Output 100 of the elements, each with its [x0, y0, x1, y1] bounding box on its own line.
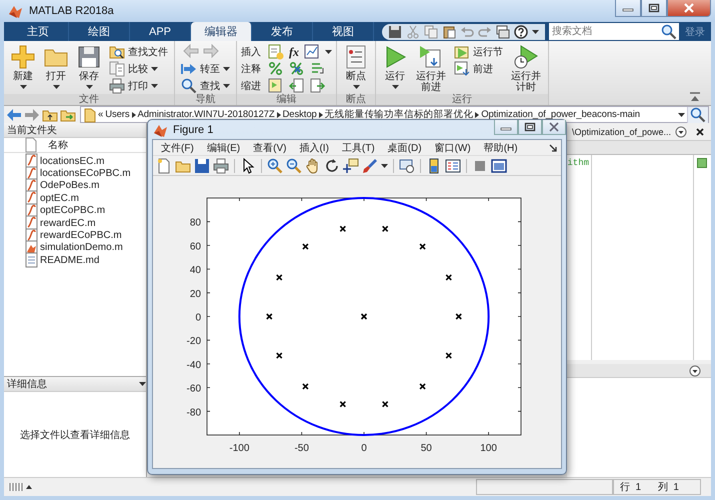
- menu-item[interactable]: 桌面(D): [388, 140, 422, 154]
- script-file-icon: [24, 190, 38, 206]
- tick-label: -60: [186, 384, 201, 395]
- tick-label: 20: [190, 288, 201, 300]
- path-overflow[interactable]: «: [98, 109, 104, 120]
- close-button[interactable]: [667, 0, 711, 17]
- panel-title: 当前文件夹: [7, 124, 57, 137]
- folder-icon: [84, 106, 96, 122]
- search-icon: [690, 106, 706, 122]
- column-header[interactable]: 名称: [4, 138, 146, 153]
- compare-icon: [109, 61, 125, 77]
- plus-icon: [10, 44, 36, 70]
- data-point: [445, 274, 452, 281]
- tick-label: 0: [361, 443, 367, 454]
- path-segment[interactable]: Desktop: [282, 109, 317, 120]
- data-point: [340, 226, 346, 232]
- file-item[interactable]: README.md: [24, 254, 146, 267]
- search-field[interactable]: 搜索文档: [549, 23, 661, 40]
- search-button[interactable]: [687, 106, 708, 122]
- ribbon-button[interactable]: 运行节: [452, 44, 505, 60]
- editor-tab[interactable]: \Optimization_of_powe...: [572, 126, 671, 136]
- forward-arrow-icon: [24, 106, 40, 122]
- maximize-button[interactable]: [641, 0, 667, 17]
- legend-icon: [445, 158, 461, 174]
- chart-icon: [304, 44, 320, 60]
- document-plus-icon: [268, 44, 284, 60]
- data-cursor-icon: [343, 158, 359, 174]
- group-label: 编辑: [237, 94, 336, 105]
- tick-label: 0: [195, 312, 201, 324]
- step-icon: [454, 61, 470, 77]
- ribbon-button[interactable]: 打印: [107, 78, 170, 94]
- ribbon-button[interactable]: 保存: [74, 44, 104, 94]
- data-point: [445, 352, 452, 359]
- menu-item[interactable]: 编辑(E): [206, 140, 240, 154]
- brush-icon: [362, 158, 378, 174]
- caret-icon: [52, 85, 60, 89]
- minimize-button[interactable]: [494, 120, 518, 135]
- tick-label: 40: [190, 265, 201, 276]
- path-segment[interactable]: Administrator.WIN7U-20180127Z: [138, 109, 275, 120]
- function-button[interactable]: fx: [289, 44, 299, 60]
- ribbon-button[interactable]: 比较: [107, 61, 170, 77]
- ribbon-button[interactable]: 运行: [380, 44, 410, 94]
- caret-icon: [678, 112, 685, 116]
- close-icon: [695, 126, 705, 136]
- maximize-button[interactable]: [518, 120, 542, 135]
- data-point: [302, 383, 309, 390]
- ribbon-button[interactable]: 查找: [179, 78, 232, 94]
- maximize-icon: [524, 122, 536, 132]
- path-segment[interactable]: Users: [105, 109, 130, 120]
- menu-item[interactable]: 帮助(H): [484, 140, 518, 154]
- data-point: [340, 400, 346, 408]
- search-icon: [661, 24, 677, 40]
- menu-item[interactable]: 查看(V): [253, 140, 286, 154]
- ribbon-button[interactable]: 转至: [179, 61, 232, 77]
- menu-item[interactable]: 文件(F): [161, 140, 194, 154]
- tick-label: -40: [186, 360, 201, 371]
- ribbon-button[interactable]: 打开: [41, 44, 71, 94]
- path-segment[interactable]: Optimization_of_power_beacons-main: [481, 109, 640, 120]
- menu-item[interactable]: 工具(T): [342, 140, 375, 154]
- close-button[interactable]: [542, 120, 566, 135]
- caret-icon: [223, 84, 230, 88]
- ribbon-button[interactable]: 查找文件: [107, 44, 170, 60]
- separator-arrow-icon: [132, 112, 136, 118]
- ribbon-button[interactable]: 新建: [8, 44, 38, 94]
- tick-label: -100: [229, 443, 250, 454]
- group-label: 运行: [376, 94, 548, 105]
- tick-label: 60: [190, 241, 201, 252]
- search-icon: [181, 78, 197, 94]
- path-segment[interactable]: 无线能量传输功率信标的部署优化: [324, 108, 474, 121]
- group-label: 导航: [175, 94, 236, 105]
- code-editor[interactable]: ithm: [567, 155, 711, 360]
- data-point: [455, 313, 462, 320]
- indent-icon: [268, 78, 284, 94]
- ribbon-button[interactable]: 运行并计时: [508, 44, 544, 94]
- data-point: [266, 313, 273, 320]
- text-file-icon: [24, 252, 38, 268]
- dropdown-circle-icon: [689, 364, 701, 376]
- menu-item[interactable]: 插入(I): [299, 140, 329, 154]
- minimize-button[interactable]: [615, 0, 641, 17]
- ribbon-button[interactable]: 前进: [452, 61, 505, 77]
- zoom-in-icon: [267, 158, 283, 174]
- ribbon-tab[interactable]: 编辑器: [191, 22, 252, 41]
- ribbon-button[interactable]: 运行并前进: [413, 44, 449, 94]
- script-file-icon: [24, 215, 38, 232]
- data-point: [382, 226, 388, 232]
- menu-item[interactable]: 窗口(W): [434, 140, 471, 154]
- data-point: [419, 243, 426, 250]
- help-icon: [514, 25, 528, 39]
- caret-icon: [20, 85, 26, 89]
- tick-label: -20: [186, 336, 201, 348]
- document-icon: [24, 137, 38, 153]
- group-label: 断点: [337, 94, 375, 105]
- data-point: [276, 352, 283, 359]
- script-file-icon: [24, 153, 38, 170]
- linked-plot-icon: [399, 158, 415, 174]
- ribbon-button[interactable]: 断点: [341, 44, 371, 94]
- arrow-icon: [181, 61, 197, 77]
- printer-icon: [213, 158, 229, 174]
- tick-label: 50: [420, 443, 432, 454]
- undo-icon: [460, 25, 474, 39]
